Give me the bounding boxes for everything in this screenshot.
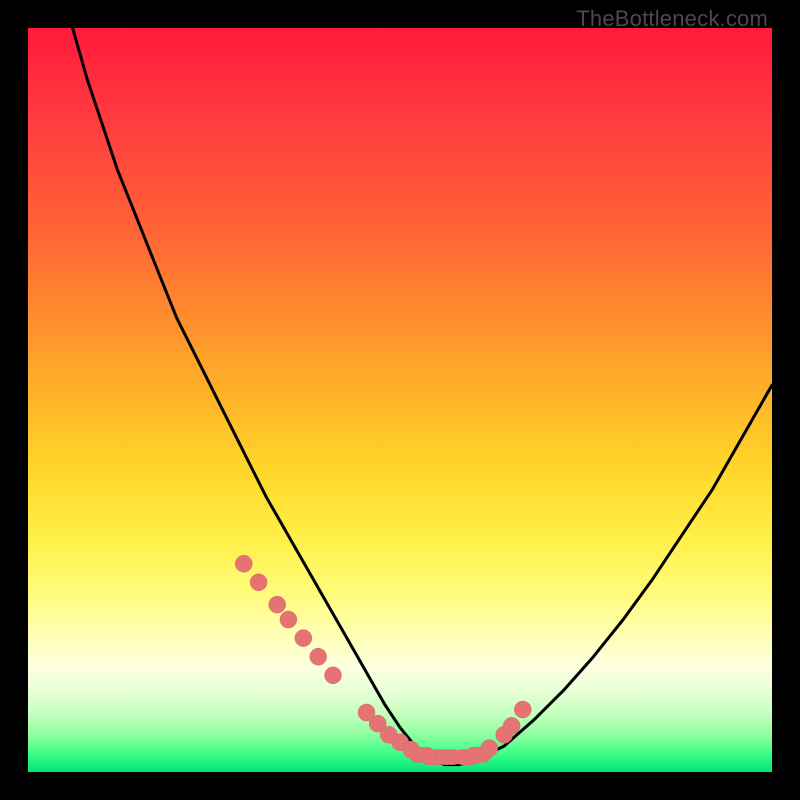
- chart-marker: [481, 740, 498, 757]
- curve-layer: [73, 28, 772, 765]
- chart-marker: [514, 701, 531, 718]
- chart-marker: [310, 648, 327, 665]
- plot-area: [28, 28, 772, 772]
- chart-marker: [250, 574, 267, 591]
- chart-marker: [295, 630, 312, 647]
- chart-marker: [503, 717, 520, 734]
- chart-svg: [28, 28, 772, 772]
- chart-marker: [280, 611, 297, 628]
- outer-frame: TheBottleneck.com: [0, 0, 800, 800]
- watermark-text: TheBottleneck.com: [576, 6, 768, 32]
- marker-layer: [235, 555, 531, 764]
- chart-marker: [235, 555, 252, 572]
- chart-marker: [269, 596, 286, 613]
- chart-marker: [325, 667, 342, 684]
- bottleneck-curve: [73, 28, 772, 765]
